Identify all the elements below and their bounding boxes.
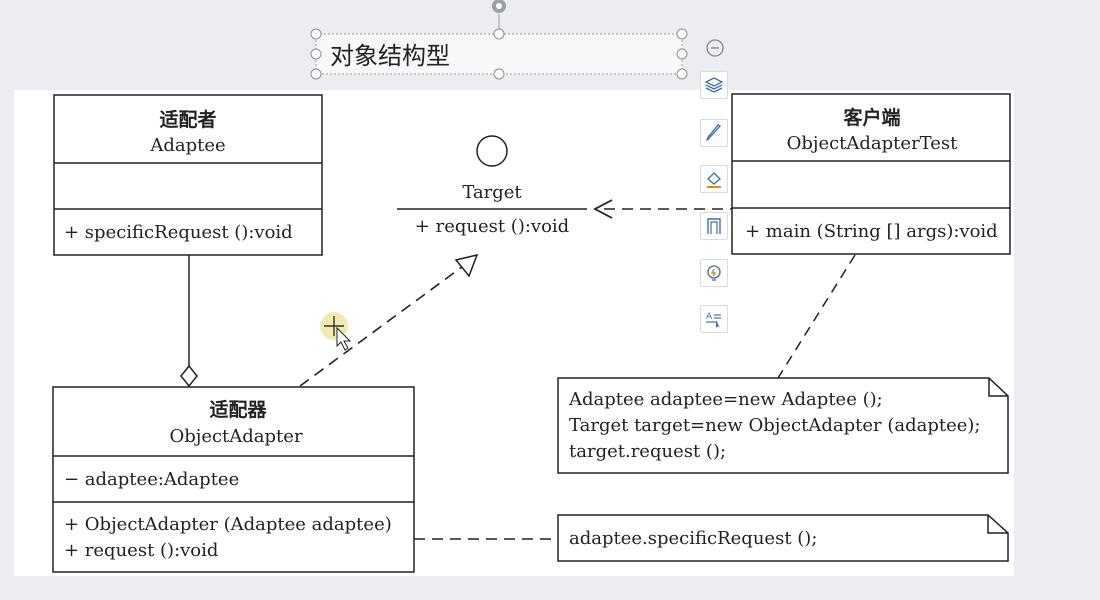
client-note-line3: target.request ();: [569, 441, 726, 462]
resize-handle: [493, 28, 505, 40]
target-interface[interactable]: Target + request ():void: [397, 135, 587, 237]
ideas-button[interactable]: [700, 259, 728, 287]
title-text[interactable]: 对象结构型: [330, 36, 450, 71]
lightbulb-icon: [707, 265, 721, 281]
collapse-button[interactable]: [702, 35, 728, 61]
adapter-request-method: + request ():void: [64, 540, 218, 561]
fill-icon: [707, 172, 721, 188]
style-button[interactable]: [700, 119, 728, 147]
text-cursor-icon: A: [706, 312, 721, 328]
resize-handle: [310, 48, 322, 60]
client-cn-label: 客户端: [843, 106, 900, 129]
adapter-en-label: ObjectAdapter: [169, 426, 302, 447]
brush-icon: [705, 124, 722, 141]
border-button[interactable]: [700, 212, 728, 240]
border-icon: [707, 218, 721, 234]
client-en-label: ObjectAdapterTest: [787, 133, 959, 154]
client-note-line2: Target target=new ObjectAdapter (adaptee…: [569, 415, 980, 436]
client-note-line1: Adaptee adaptee=new Adaptee ();: [568, 389, 883, 410]
move-cursor-icon: [320, 312, 352, 351]
adapter-note-line1: adaptee.specificRequest ();: [569, 528, 817, 549]
client-class[interactable]: 客户端 ObjectAdapterTest + main (String [] …: [731, 93, 1011, 255]
adaptee-class[interactable]: 适配者 Adaptee + specificRequest ():void: [53, 94, 323, 256]
resize-handle: [676, 48, 688, 60]
layers-button[interactable]: [700, 71, 728, 99]
resize-handle: [493, 68, 505, 80]
resize-handle: [676, 28, 688, 40]
svg-text:A: A: [706, 312, 713, 322]
client-method: + main (String [] args):void: [745, 221, 998, 242]
adapter-cn-label: 适配器: [209, 399, 267, 421]
uml-diagram: 适配者 Adaptee + specificRequest ():void Ta…: [52, 0, 1011, 573]
adapter-note: adaptee.specificRequest ();: [414, 514, 1009, 562]
fill-button[interactable]: [700, 165, 728, 193]
resize-handle: [310, 28, 322, 40]
adaptee-method: + specificRequest ():void: [64, 222, 293, 243]
aggregation-relation: [180, 255, 198, 388]
target-name: Target: [462, 182, 522, 203]
client-note: Adaptee adaptee=new Adaptee (); Target t…: [557, 254, 1009, 474]
resize-handle: [310, 68, 322, 80]
minus-circle-icon: [706, 39, 724, 57]
adapter-constructor: + ObjectAdapter (Adaptee adaptee): [64, 514, 392, 535]
adaptee-en-label: Adaptee: [149, 135, 225, 156]
adaptee-cn-label: 适配者: [159, 109, 216, 131]
adapter-attribute: − adaptee:Adaptee: [64, 469, 239, 490]
adapter-class[interactable]: 适配器 ObjectAdapter − adaptee:Adaptee + Ob…: [52, 386, 415, 573]
text-effects-button[interactable]: A: [700, 305, 728, 333]
layers-icon: [704, 77, 724, 93]
resize-handle: [676, 68, 688, 80]
target-method: + request ():void: [415, 216, 569, 237]
